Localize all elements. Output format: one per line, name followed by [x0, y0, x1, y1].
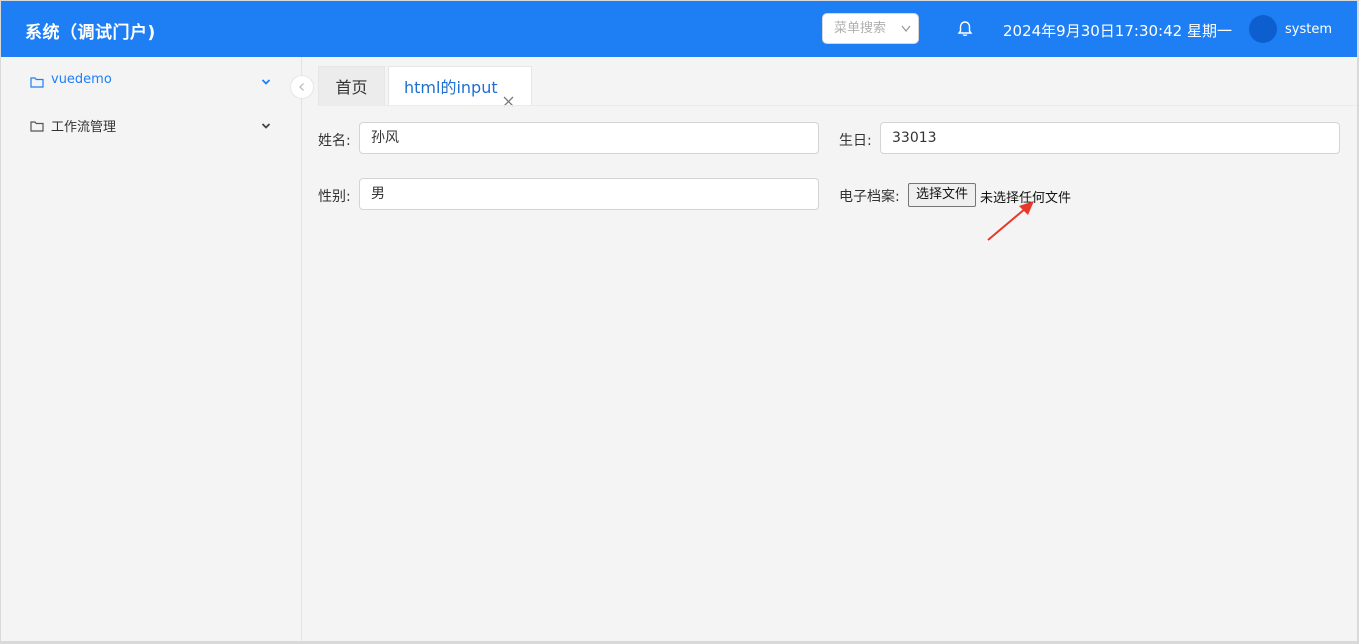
- tab-html-input[interactable]: html的input: [388, 66, 532, 107]
- sidebar-item-label: 工作流管理: [51, 120, 117, 135]
- username[interactable]: system: [1285, 22, 1332, 37]
- top-header: 系统（调试门户) 菜单搜索 2024年9月30日17:30:42 星期一 sys…: [1, 1, 1357, 57]
- name-input[interactable]: 孙风: [359, 122, 819, 154]
- tab-divider: [318, 105, 1357, 106]
- menu-search-select[interactable]: 菜单搜索: [822, 13, 919, 44]
- avatar[interactable]: [1249, 15, 1277, 43]
- file-label: 电子档案:: [839, 189, 900, 205]
- datetime-display: 2024年9月30日17:30:42 星期一: [1003, 22, 1232, 40]
- tab-home[interactable]: 首页: [318, 66, 385, 106]
- chevron-down-icon: [900, 14, 912, 54]
- name-label: 姓名:: [318, 133, 351, 149]
- sidebar-item-vuedemo[interactable]: vuedemo: [1, 61, 301, 101]
- app-title: 系统（调试门户): [25, 23, 156, 43]
- menu-search-placeholder: 菜单搜索: [834, 21, 887, 36]
- gender-input[interactable]: 男: [359, 178, 819, 210]
- chevron-down-icon: [260, 117, 272, 129]
- sidebar-item-label: vuedemo: [51, 72, 112, 87]
- tab-label: html的input: [404, 78, 498, 97]
- main-content: 首页 html的input 姓名: 孙风 生日: 33013 性别: 男 电子档…: [302, 57, 1357, 641]
- bell-icon[interactable]: [956, 20, 974, 38]
- choose-file-button[interactable]: 选择文件: [908, 183, 976, 207]
- gender-label: 性别:: [318, 189, 351, 205]
- sidebar: vuedemo 工作流管理: [1, 57, 302, 641]
- annotation-arrow-icon: [987, 201, 1034, 241]
- sidebar-collapse-button[interactable]: [290, 75, 314, 99]
- birthday-label: 生日:: [839, 133, 872, 149]
- chevron-down-icon: [260, 73, 272, 85]
- chevron-left-icon: [299, 83, 304, 91]
- folder-icon: [30, 118, 44, 132]
- folder-icon: [30, 74, 44, 88]
- app-window: 系统（调试门户) 菜单搜索 2024年9月30日17:30:42 星期一 sys…: [1, 1, 1357, 641]
- sidebar-item-workflow[interactable]: 工作流管理: [1, 105, 301, 145]
- close-icon[interactable]: [503, 81, 514, 107]
- birthday-input[interactable]: 33013: [880, 122, 1340, 154]
